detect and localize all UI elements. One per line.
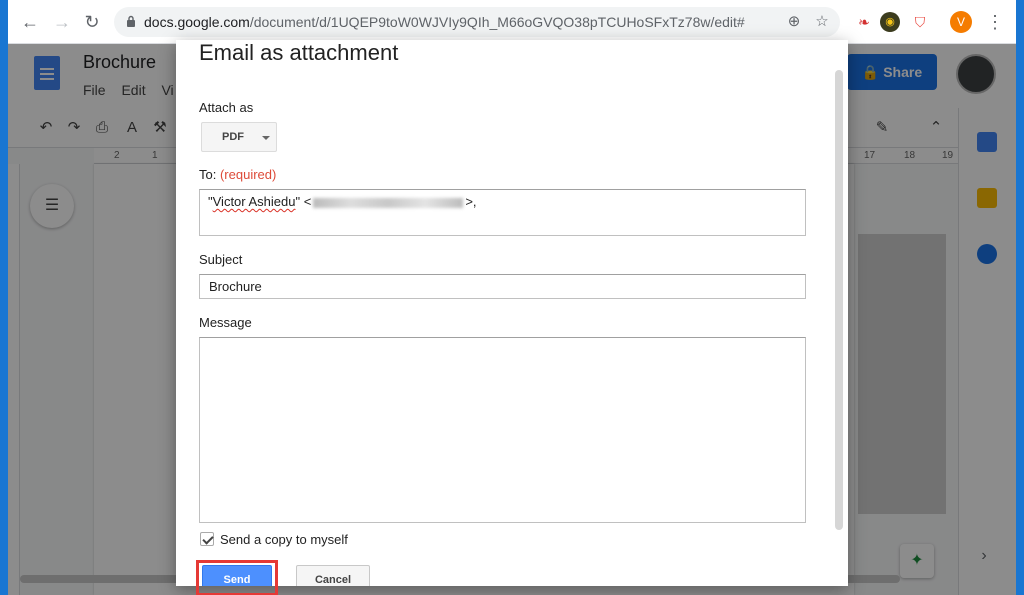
bookmark-star-icon[interactable]: ☆: [812, 12, 832, 32]
extension-icon[interactable]: ❧: [854, 12, 874, 32]
zoom-icon[interactable]: ⊕: [784, 12, 804, 32]
send-copy-row[interactable]: Send a copy to myself: [200, 532, 348, 547]
to-label: To: (required): [199, 167, 276, 182]
attach-format-select[interactable]: PDF: [201, 122, 277, 152]
more-menu-icon[interactable]: ⋮: [986, 10, 1004, 34]
redacted-email: [313, 197, 464, 208]
back-arrow-icon[interactable]: ←: [18, 10, 42, 34]
send-copy-label: Send a copy to myself: [220, 532, 348, 547]
send-copy-checkbox[interactable]: [200, 532, 214, 546]
to-end: >,: [465, 194, 477, 209]
dialog-scrollbar[interactable]: [835, 70, 843, 530]
email-attachment-dialog: Email as attachment Attach as PDF To: (r…: [176, 40, 848, 586]
reload-icon[interactable]: ↻: [80, 10, 104, 34]
extension-icon[interactable]: ◉: [880, 12, 900, 32]
shield-icon[interactable]: ⛉: [910, 12, 930, 32]
lock-icon: [127, 15, 135, 27]
message-textarea[interactable]: [199, 337, 806, 523]
address-bar[interactable]: docs.google.com/document/d/1UQEP9toW0WJV…: [114, 7, 840, 37]
subject-input[interactable]: Brochure: [199, 274, 806, 299]
url-text: docs.google.com/document/d/1UQEP9toW0WJV…: [144, 14, 745, 30]
attach-format-value: PDF: [222, 131, 244, 143]
to-separator: " <: [295, 194, 312, 209]
to-label-text: To:: [199, 167, 217, 182]
chevron-down-icon: [262, 136, 270, 140]
dialog-title: Email as attachment: [199, 40, 399, 65]
profile-avatar[interactable]: V: [950, 11, 972, 33]
required-note: (required): [219, 167, 277, 182]
forward-arrow-icon[interactable]: →: [50, 10, 74, 34]
send-button-highlight: [196, 560, 278, 595]
cancel-button[interactable]: Cancel: [296, 565, 370, 586]
recipient-name: Victor Ashiedu: [212, 194, 296, 209]
subject-label: Subject: [199, 252, 243, 267]
browser-toolbar: ← → ↻ docs.google.com/document/d/1UQEP9t…: [8, 0, 1016, 44]
to-field[interactable]: "Victor Ashiedu" < >,: [199, 189, 806, 236]
attach-as-label: Attach as: [199, 100, 254, 115]
message-label: Message: [199, 315, 252, 330]
